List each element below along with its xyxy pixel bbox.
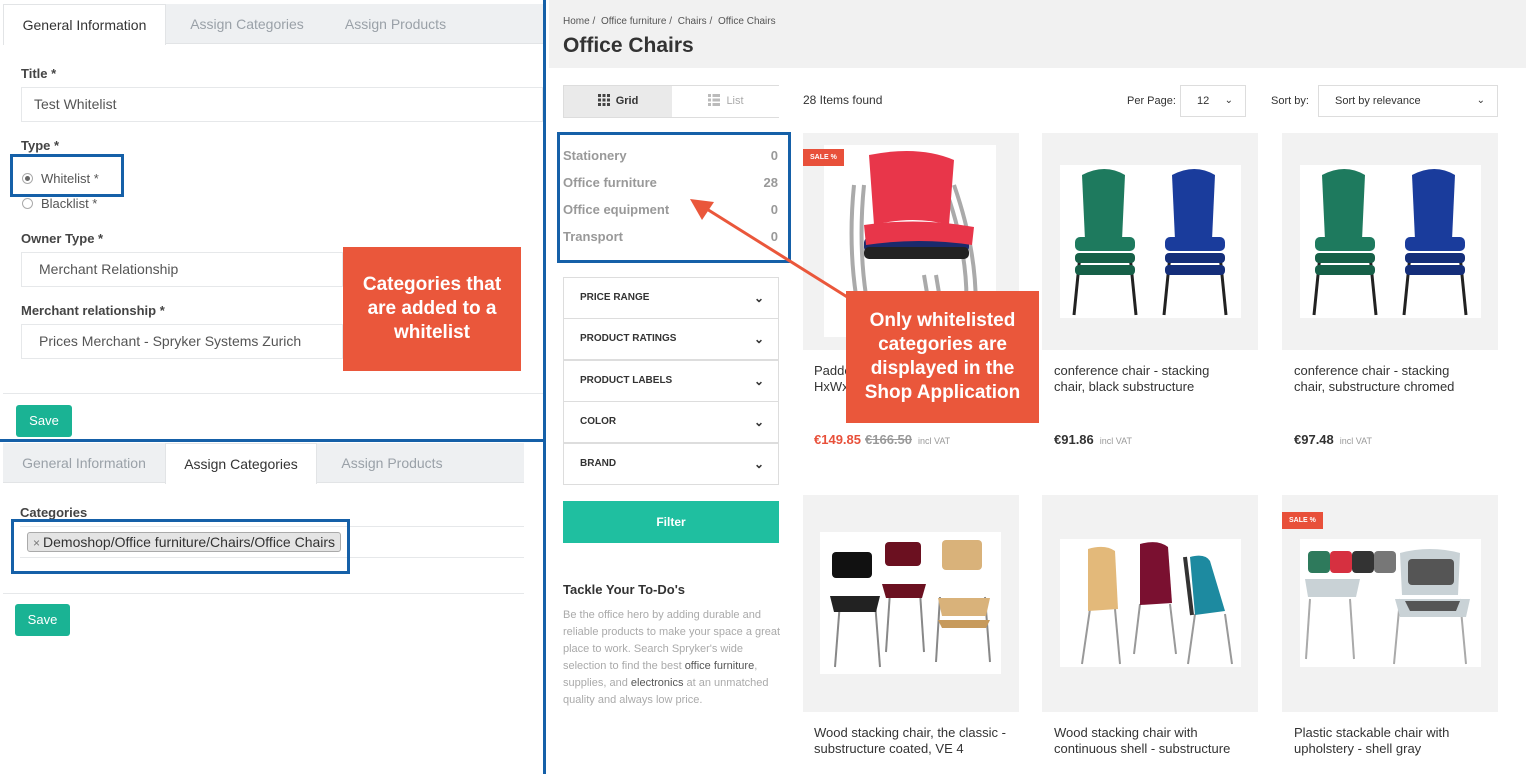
filter-brand[interactable]: BRAND ⌄ bbox=[563, 443, 779, 485]
admin-bottom-divider bbox=[3, 593, 524, 594]
per-page-label: Per Page: bbox=[1127, 95, 1176, 107]
filter-label: PRODUCT LABELS bbox=[580, 375, 673, 386]
blacklist-label: Blacklist * bbox=[41, 196, 98, 211]
admin-top-divider bbox=[3, 393, 543, 394]
type-option-blacklist[interactable]: Blacklist * bbox=[22, 196, 97, 211]
tab-general-information[interactable]: General Information bbox=[3, 4, 166, 45]
product-title-4[interactable]: Wood stacking chair, the classic - subst… bbox=[814, 725, 1014, 757]
tab-assign-products[interactable]: Assign Products bbox=[328, 4, 463, 44]
product-price-2: €91.86 incl VAT bbox=[1054, 432, 1132, 447]
plastic-upholstered-chairs-image bbox=[1305, 549, 1470, 665]
filter-product-ratings[interactable]: PRODUCT RATINGS ⌄ bbox=[563, 318, 779, 360]
per-page-value: 12 bbox=[1197, 95, 1210, 107]
separator-vertical bbox=[543, 0, 546, 774]
shell-stacking-chairs-image bbox=[1081, 542, 1233, 665]
price-vat: incl VAT bbox=[1099, 436, 1132, 446]
sort-value: Sort by relevance bbox=[1335, 95, 1421, 107]
price-current: €149.85 bbox=[814, 432, 861, 447]
filter-label: PRODUCT RATINGS bbox=[580, 333, 677, 344]
green-blue-chairs-chromed-image bbox=[1312, 169, 1468, 316]
per-page-select[interactable]: 12 ⌄ bbox=[1180, 85, 1246, 117]
breadcrumb-current: Office Chairs bbox=[718, 16, 776, 27]
callout-categories-added: Categories that are added to a whitelist bbox=[343, 247, 521, 371]
product-title-5[interactable]: Wood stacking chair with continuous shel… bbox=[1054, 725, 1254, 757]
product-title-3[interactable]: conference chair - stacking chair, subst… bbox=[1294, 363, 1474, 395]
categories-label: Categories bbox=[20, 505, 88, 520]
tab-assign-categories[interactable]: Assign Categories bbox=[166, 4, 328, 44]
price-current: €91.86 bbox=[1054, 432, 1094, 447]
sort-select[interactable]: Sort by relevance ⌄ bbox=[1318, 85, 1498, 117]
price-vat: incl VAT bbox=[918, 436, 951, 446]
todo-title: Tackle Your To-Do's bbox=[563, 582, 686, 597]
sale-badge: SALE % bbox=[1282, 512, 1323, 529]
list-view-button[interactable]: List bbox=[672, 86, 780, 117]
category-highlight-box bbox=[11, 519, 350, 574]
tab-assign-products-2[interactable]: Assign Products bbox=[317, 443, 467, 483]
product-image-2[interactable] bbox=[1042, 133, 1258, 350]
items-found: 28 Items found bbox=[803, 93, 883, 107]
save-button-top[interactable]: Save bbox=[16, 405, 72, 437]
separator-horizontal bbox=[0, 439, 545, 442]
sale-badge: SALE % bbox=[803, 149, 844, 166]
radio-blacklist[interactable] bbox=[22, 198, 33, 209]
filter-label: COLOR bbox=[580, 416, 617, 427]
list-icon bbox=[708, 94, 721, 106]
price-vat: incl VAT bbox=[1339, 436, 1372, 446]
sort-label: Sort by: bbox=[1271, 95, 1309, 107]
callout-left-text: Categories that are added to a whitelist bbox=[362, 274, 502, 343]
green-blue-chairs-image bbox=[1072, 169, 1228, 316]
grid-label: Grid bbox=[615, 95, 639, 107]
product-price-1: €149.85 €166.50 incl VAT bbox=[814, 432, 950, 447]
callout-right-text: Only whitelisted categories are displaye… bbox=[864, 310, 1021, 403]
chevron-down-icon: ⌄ bbox=[753, 374, 764, 388]
filter-button[interactable]: Filter bbox=[563, 501, 779, 543]
link-office-furniture[interactable]: office furniture bbox=[685, 660, 755, 672]
tab-general-information-2[interactable]: General Information bbox=[3, 443, 165, 483]
owner-type-label: Owner Type * bbox=[21, 231, 104, 246]
admin-bottom-tabbar: General Information Assign Categories As… bbox=[3, 443, 524, 484]
filter-color[interactable]: COLOR ⌄ bbox=[563, 401, 779, 443]
chevron-down-icon: ⌄ bbox=[1224, 95, 1233, 106]
callout-only-whitelisted: Only whitelisted categories are displaye… bbox=[846, 291, 1039, 423]
view-toggle: Grid List bbox=[563, 85, 780, 118]
product-title-6[interactable]: Plastic stackable chair with upholstery … bbox=[1294, 725, 1494, 757]
price-original: €166.50 bbox=[865, 432, 912, 447]
breadcrumb-office-furniture[interactable]: Office furniture / bbox=[601, 16, 672, 27]
product-image-5[interactable] bbox=[1042, 495, 1258, 712]
product-image-4[interactable] bbox=[803, 495, 1019, 712]
merchant-relationship-label: Merchant relationship * bbox=[21, 303, 165, 318]
page-title: Office Chairs bbox=[563, 34, 694, 57]
grid-view-button[interactable]: Grid bbox=[564, 86, 672, 117]
shop-header bbox=[549, 0, 1526, 68]
title-label: Title * bbox=[21, 66, 57, 81]
product-image-3[interactable] bbox=[1282, 133, 1498, 350]
merchant-relationship-select[interactable]: Prices Merchant - Spryker Systems Zurich bbox=[21, 324, 343, 359]
list-label: List bbox=[726, 95, 744, 107]
price-current: €97.48 bbox=[1294, 432, 1334, 447]
grid-icon bbox=[597, 94, 610, 106]
breadcrumb-chairs[interactable]: Chairs / bbox=[678, 16, 712, 27]
wood-stacking-chairs-image bbox=[830, 540, 991, 668]
tab-assign-categories-2[interactable]: Assign Categories bbox=[165, 443, 317, 484]
filter-label: BRAND bbox=[580, 458, 617, 469]
breadcrumb: Home / Office furniture / Chairs / Offic… bbox=[563, 16, 779, 27]
type-label: Type * bbox=[21, 138, 60, 153]
chevron-down-icon: ⌄ bbox=[753, 415, 764, 429]
todo-text: Be the office hero by adding durable and… bbox=[563, 607, 783, 709]
admin-top-tabbar: General Information Assign Categories As… bbox=[3, 4, 543, 45]
owner-type-select[interactable]: Merchant Relationship bbox=[21, 252, 343, 287]
chevron-down-icon: ⌄ bbox=[753, 457, 764, 471]
chevron-down-icon: ⌄ bbox=[753, 332, 764, 346]
whitelist-highlight-box bbox=[10, 154, 124, 197]
product-title-2[interactable]: conference chair - stacking chair, black… bbox=[1054, 363, 1234, 395]
chevron-down-icon: ⌄ bbox=[1476, 95, 1485, 106]
link-electronics[interactable]: electronics bbox=[631, 677, 684, 689]
breadcrumb-home[interactable]: Home / bbox=[563, 16, 595, 27]
title-input[interactable]: Test Whitelist bbox=[21, 87, 543, 122]
product-image-6[interactable]: SALE % bbox=[1282, 495, 1498, 712]
filter-label: PRICE RANGE bbox=[580, 292, 650, 303]
filter-product-labels[interactable]: PRODUCT LABELS ⌄ bbox=[563, 360, 779, 402]
save-button-bottom[interactable]: Save bbox=[15, 604, 70, 636]
product-price-3: €97.48 incl VAT bbox=[1294, 432, 1372, 447]
